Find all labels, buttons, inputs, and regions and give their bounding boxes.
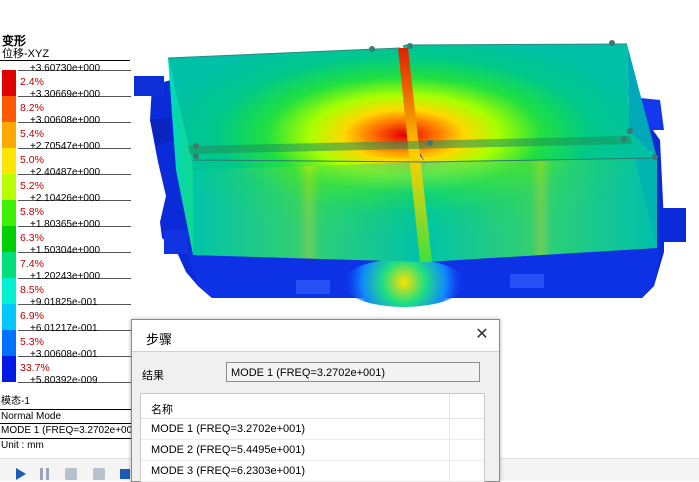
legend-value: +6.01217e-001 [30, 323, 98, 334]
legend-percent: 7.4% [20, 258, 44, 270]
legend-swatch [2, 96, 16, 122]
export-icon[interactable] [92, 467, 106, 481]
table-row[interactable]: MODE 3 (FREQ=6.2303e+001) [141, 461, 484, 482]
legend-percent: 6.3% [20, 232, 44, 244]
model-info: 模态-1 Normal Mode MODE 1 (FREQ=3.2702e+00… [0, 395, 131, 452]
legend-percent: 5.3% [20, 336, 44, 348]
table-row[interactable]: MODE 2 (FREQ=5.4495e+001) [141, 440, 484, 461]
legend-swatch [2, 278, 16, 304]
legend-swatch [2, 200, 16, 226]
table-row[interactable]: MODE 1 (FREQ=3.2702e+001) [141, 419, 484, 440]
legend-swatch [2, 122, 16, 148]
legend-swatch [2, 330, 16, 356]
dialog-title: 步骤 [146, 332, 173, 347]
legend-swatch [2, 174, 16, 200]
legend-value: +2.40487e+000 [30, 167, 101, 178]
result-label: 结果 [142, 370, 164, 382]
legend-value: +1.80365e+000 [30, 219, 101, 230]
legend-value: +5.80392e-009 [30, 375, 98, 386]
pause-icon[interactable] [38, 467, 52, 481]
legend-percent: 6.9% [20, 310, 44, 322]
legend-percent: 33.7% [20, 362, 50, 374]
mode-label: 模态-1 [0, 395, 131, 410]
legend-value: +3.00608e+000 [30, 115, 101, 126]
legend-value: +9.01825e-001 [30, 297, 98, 308]
deformed-plates [167, 40, 658, 262]
table-header: 名称 [141, 394, 484, 419]
legend-value: +2.70547e+000 [30, 141, 101, 152]
mode-table: 名称 MODE 1 (FREQ=3.2702e+001) MODE 2 (FRE… [140, 393, 485, 482]
legend-value: +3.60730e+000 [30, 63, 101, 74]
legend-panel: 变形 位移-XYZ +3.60730e+000 2.4% +3.30669e+000… [0, 34, 131, 396]
legend-swatch [2, 226, 16, 252]
legend-percent: 8.2% [20, 102, 44, 114]
mode-type: Normal Mode [0, 410, 131, 424]
legend-value: +1.50304e+000 [30, 245, 101, 256]
table-header-name: 名称 [151, 404, 173, 416]
legend-row: +5.80392e-009 [0, 375, 131, 396]
legend-percent: 5.2% [20, 180, 44, 192]
play-icon[interactable] [14, 467, 28, 481]
legend-title: 变形 [2, 34, 27, 48]
mode-frequency: MODE 1 (FREQ=3.2702e+001) [0, 424, 131, 439]
legend-percent: 8.5% [20, 284, 44, 296]
unit-label: Unit : mm [1, 439, 44, 451]
legend-value: +2.10426e+000 [30, 193, 101, 204]
legend-subtitle: 位移-XYZ [0, 48, 130, 61]
legend-percent: 2.4% [20, 76, 44, 88]
legend-percent: 5.8% [20, 206, 44, 218]
stop-icon[interactable] [118, 467, 132, 481]
legend-value: +3.30669e+000 [30, 89, 101, 100]
steps-dialog: 步骤 ✕ 结果 MODE 1 (FREQ=3.2702e+001) 名称 MOD… [131, 319, 500, 482]
legend-swatch [2, 304, 16, 330]
dialog-header: 步骤 ✕ [132, 320, 499, 352]
legend-swatch [2, 252, 16, 278]
legend-swatch [2, 148, 16, 174]
legend-value: +3.00608e-001 [30, 349, 98, 360]
legend-percent: 5.4% [20, 128, 44, 140]
record-icon[interactable] [64, 467, 78, 481]
legend-swatch [2, 70, 16, 96]
result-field[interactable]: MODE 1 (FREQ=3.2702e+001) [226, 362, 480, 382]
close-icon[interactable]: ✕ [473, 326, 491, 344]
legend-percent: 5.0% [20, 154, 44, 166]
legend-swatch [2, 356, 16, 382]
legend-value: +1.20243e+000 [30, 271, 101, 282]
